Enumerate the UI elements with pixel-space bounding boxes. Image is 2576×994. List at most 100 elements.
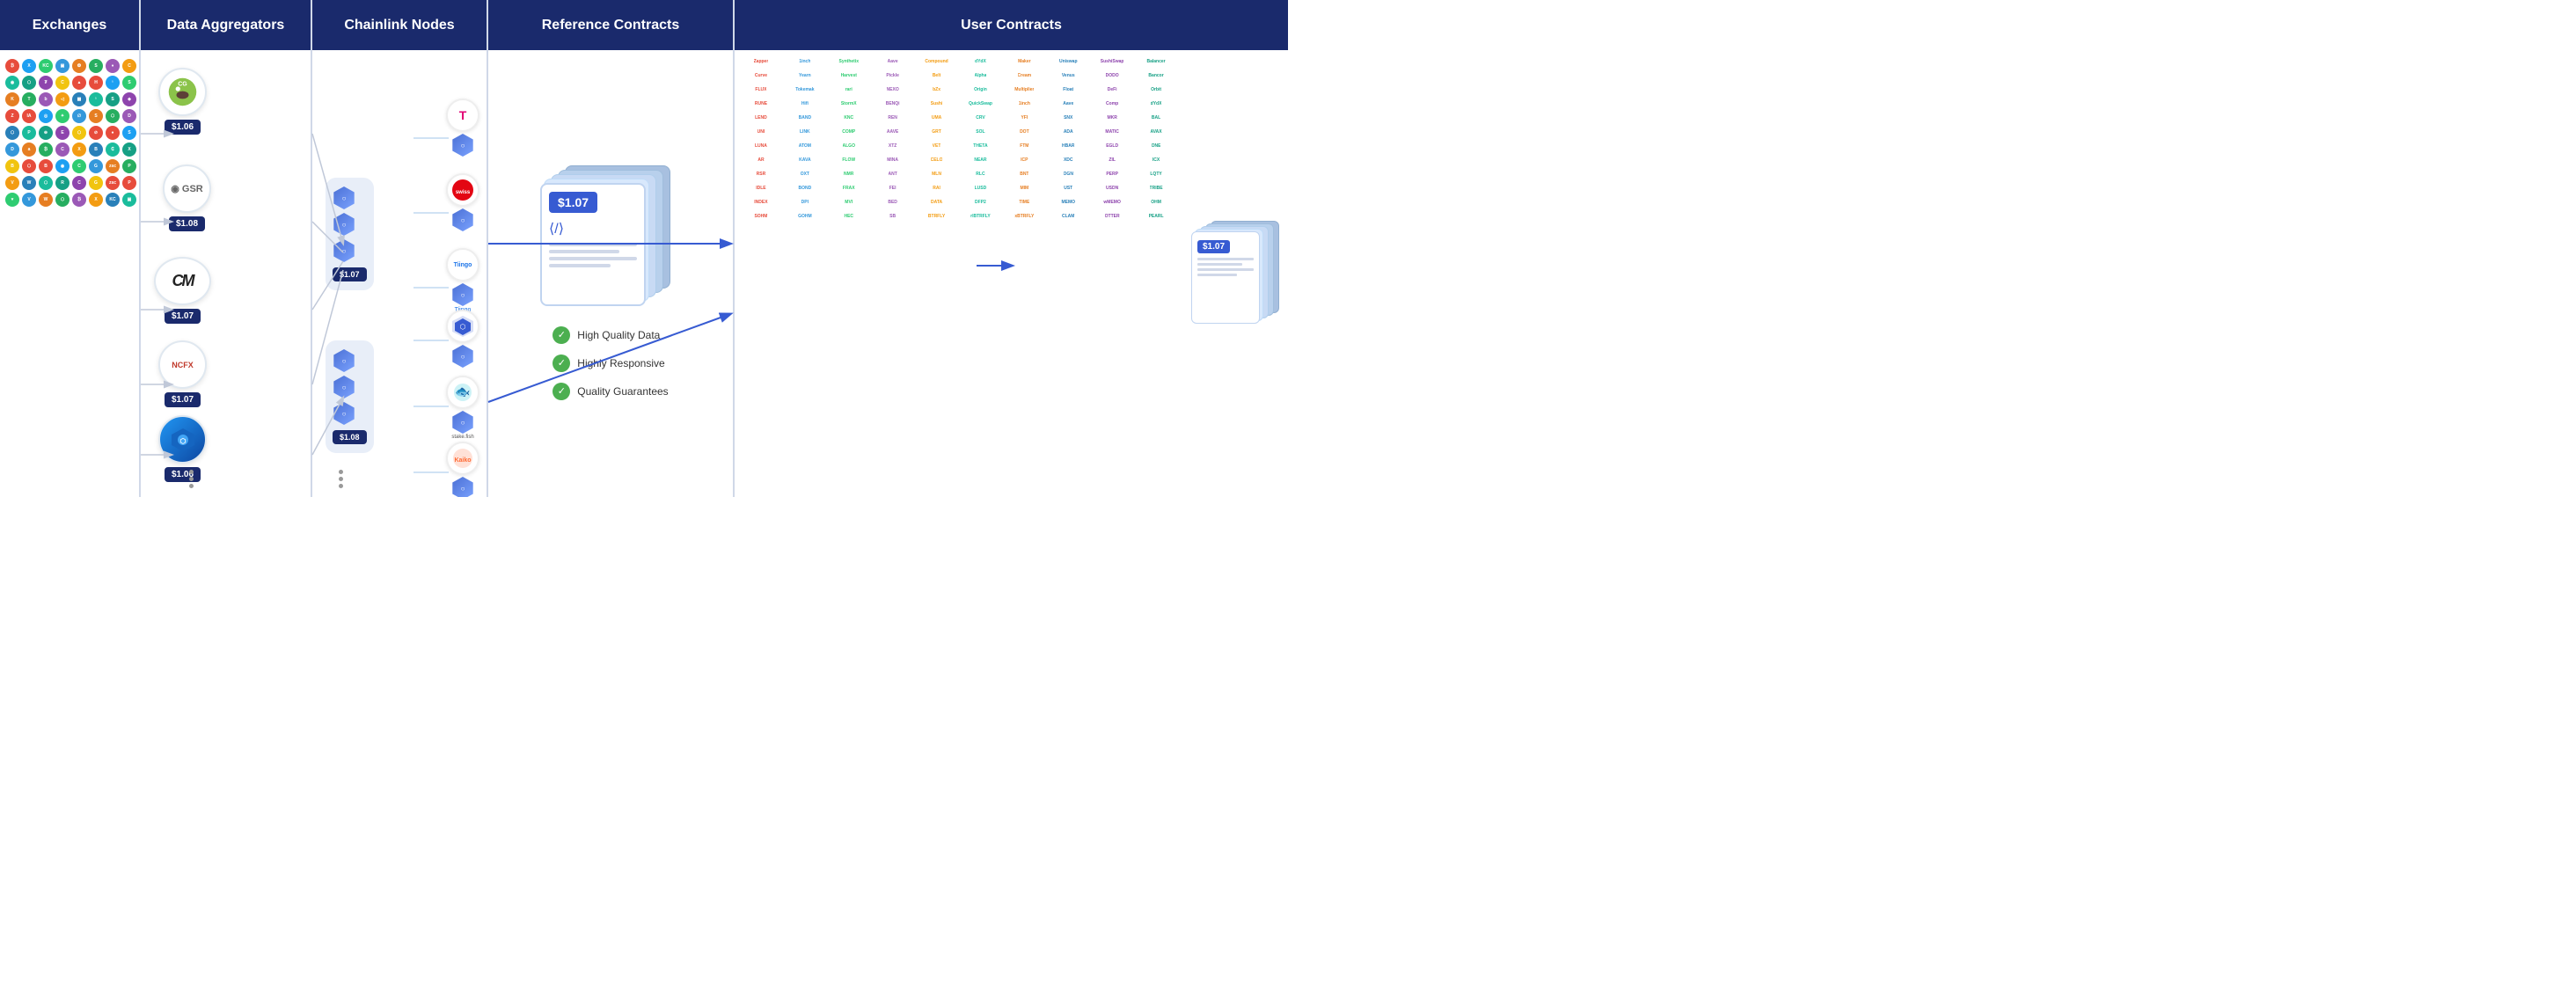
exchange-icon: X [122,143,136,157]
user-logo-item: THETA [960,140,1002,152]
user-logo-item: BNT [1003,168,1045,180]
exchange-icon: X [72,143,86,157]
exchange-icon: ◎ [39,109,53,123]
exchange-icon: ₮ [39,76,53,90]
aggregator-dots [189,470,194,488]
user-logos-left: Zapper1inchSynthetixAaveCompounddYdXMake… [735,50,1182,497]
exchange-icon: ⬡ [5,126,19,140]
cm-logo: CM [154,257,211,305]
aggregators-header: Data Aggregators [141,0,311,50]
user-logo-item: LUNA [740,140,782,152]
exchanges-header: Exchanges [0,0,139,50]
user-logo-item: DPI [784,196,826,208]
user-logo-item: KAVA [784,154,826,166]
quality-item-1: ✓ High Quality Data [553,326,668,344]
user-logo-item: Tokemak [784,84,826,96]
cm-price: $1.07 [165,309,201,324]
user-logo-item: SushiSwap [1091,55,1133,68]
nodes-body: T ○ swiss ○ ○ ○ ○ [312,50,487,497]
exchange-icon: D [5,143,19,157]
user-logo-item: DATA [916,196,958,208]
exchange-icon: ▣ [55,59,70,73]
quality-items: ✓ High Quality Data ✓ Highly Responsive … [553,326,668,400]
quality-item-2: ✓ Highly Responsive [553,354,668,372]
user-logo-item: XDC [1047,154,1089,166]
user-logo-item: DFP2 [960,196,1002,208]
user-logo-item: LUSD [960,182,1002,194]
exchange-icon: KC [39,59,53,73]
user-logo-item: ALGO [828,140,870,152]
user-logo-item: MVI [828,196,870,208]
user-logo-item: IDLE [740,182,782,194]
exchange-icon: ▾ [5,193,19,207]
user-logo-item: Cream [1003,69,1045,82]
user-logo-item: Bancor [1135,69,1177,82]
user-logo-item: RUNE [740,98,782,110]
user-logo-item: CELO [916,154,958,166]
user-logo-item: UST [1047,182,1089,194]
exchange-icon: V [5,176,19,190]
user-logo-item: SOL [960,126,1002,138]
user-logo-item: RLC [960,168,1002,180]
operator-stakefish: 🐟 ○ stake.fish [446,376,479,440]
user-logo-item: FLOW [828,154,870,166]
user-logo-item: ZIL [1091,154,1133,166]
user-logo-item: OGN [1047,168,1089,180]
aggregators-column: Data Aggregators CG $1.06 ◉ GSR [141,0,312,497]
exchange-icon: H [89,76,103,90]
user-logo-item: 1inch [1003,98,1045,110]
aggregator-cm: CM $1.07 [154,257,211,324]
exchange-icon: T [22,92,36,106]
reference-column: Reference Contracts $1.07 ⟨/⟩ [488,0,735,497]
exchange-icon: R [55,176,70,190]
user-logo-item: Compound [916,55,958,68]
user-logo-item: Yearn [784,69,826,82]
exchange-icon: D [122,109,136,123]
user-logo-item: Float [1047,84,1089,96]
user-logo-item: HEC [828,210,870,223]
exchange-icon: W [39,193,53,207]
exchange-icon: Z [5,109,19,123]
user-logo-item: rari [828,84,870,96]
exchange-icon-grid: ₿XKC▣❂S♦C●◉⬡₮C▲H¹SVKTb◁▦¹S◈⬡ZIA◎✦∅S⬡DB⬡P… [4,57,135,208]
user-logo-item: OTTER [1091,210,1133,223]
user-logo-item: ICX [1135,154,1177,166]
exchange-icon: ⬡ [22,159,36,173]
exchange-icon: G [89,176,103,190]
user-logo-item: LEND [740,112,782,124]
user-logo-item: Zapper [740,55,782,68]
exchange-icon: P [22,126,36,140]
user-logo-item: RAI [916,182,958,194]
exchange-icon: S [89,109,103,123]
exchange-icon: ⬡ [39,176,53,190]
user-logo-item: rlBTRFLY [960,210,1002,223]
exchange-icon: B [89,143,103,157]
user-logo-item: ICP [1003,154,1045,166]
user-logo-item: wMEMO [1091,196,1133,208]
exchange-icon: zsc [106,159,120,173]
svg-text:Kaiko: Kaiko [454,457,471,464]
nodes-column: Chainlink Nodes T ○ swiss ○ [312,0,488,497]
user-logo-item: RSR [740,168,782,180]
user-logo-item: DeFi [1091,84,1133,96]
aggregators-body: CG $1.06 ◉ GSR $1.08 CM $1.07 [141,50,311,497]
aggregator-fifth: ⬡ $1.06 [158,415,207,482]
user-logo-item: LINK [784,126,826,138]
user-logo-item: Aave [1047,98,1089,110]
user-logo-item: GOHM [784,210,826,223]
user-logo-item: Multiplier [1003,84,1045,96]
user-logo-item: NEAR [960,154,1002,166]
user-logo-item: SNX [1047,112,1089,124]
user-logo-item: ANT [872,168,914,180]
check-icon-3: ✓ [553,383,570,400]
user-logo-item: COMP [828,126,870,138]
user-logo-item: bZx [916,84,958,96]
exchange-icon: S [106,92,120,106]
exchange-icon: ⊘ [89,126,103,140]
exchange-icon: ¹ [89,92,103,106]
user-logo-item: ATOM [784,140,826,152]
exchange-icon: ∅ [72,109,86,123]
user-logo-item: Harvest [828,69,870,82]
user-stack-wrapper: $1.07 [1182,50,1288,497]
reference-contract-stack: $1.07 ⟨/⟩ [540,165,681,311]
